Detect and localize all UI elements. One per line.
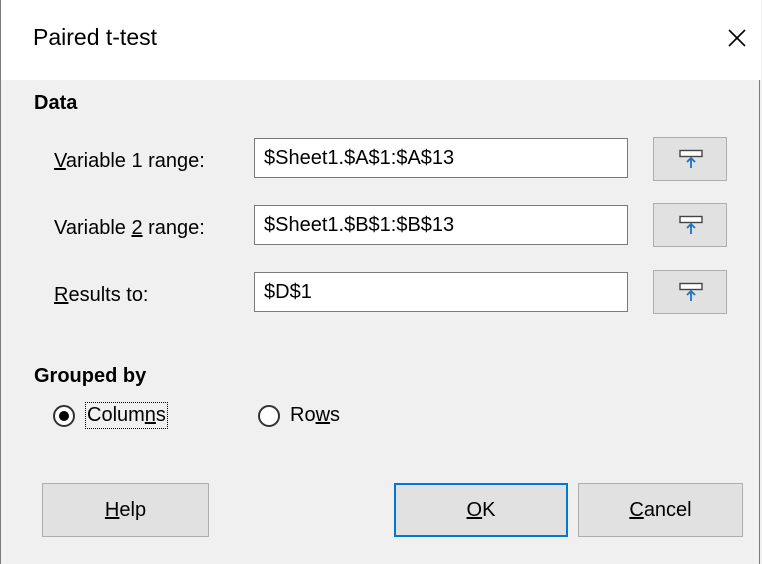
results-label-post: esults to: <box>68 284 149 306</box>
ok-button[interactable]: OK <box>394 483 568 537</box>
variable2-shrink-button[interactable] <box>653 203 727 247</box>
radio-rows-circle[interactable] <box>258 405 280 427</box>
results-to-label: Results to: <box>54 284 149 307</box>
variable2-label: Variable 2 range: <box>54 217 205 240</box>
ok-accel: O <box>466 498 483 521</box>
dialog-title: Paired t-test <box>33 24 157 50</box>
radio-selected-dot <box>59 411 69 421</box>
radio-rows-label: Rows <box>290 404 340 427</box>
help-button[interactable]: Help <box>42 483 209 537</box>
close-button[interactable] <box>723 24 751 52</box>
variable2-label-accel: 2 <box>131 217 143 239</box>
variable1-shrink-button[interactable] <box>653 137 727 181</box>
rows-label-pre: Ro <box>290 404 316 426</box>
shrink-range-icon <box>679 215 703 234</box>
columns-label-accel: n <box>144 404 156 426</box>
results-label-accel: R <box>54 284 69 306</box>
ok-label-post: K <box>482 498 496 521</box>
paired-t-test-dialog: Paired t-test Data Variable 1 range: Var… <box>0 0 761 564</box>
close-icon <box>728 29 746 47</box>
results-shrink-button[interactable] <box>653 270 727 314</box>
variable1-label: Variable 1 range: <box>54 150 205 173</box>
cancel-accel: C <box>629 498 644 521</box>
shrink-range-icon <box>679 282 703 301</box>
radio-columns-circle[interactable] <box>53 405 75 427</box>
title-bar: Paired t-test <box>1 0 761 80</box>
variable1-label-post: ariable 1 range: <box>65 150 205 172</box>
variable2-label-post: range: <box>142 217 205 239</box>
radio-rows[interactable]: Rows <box>258 402 358 432</box>
radio-columns-label: Columns <box>85 402 168 429</box>
help-accel: H <box>104 498 120 521</box>
variable1-label-accel: V <box>54 150 66 172</box>
cancel-label-post: ancel <box>643 498 692 521</box>
results-to-input[interactable] <box>254 272 628 312</box>
rows-label-accel: w <box>315 404 331 426</box>
columns-label-pre: Colum <box>87 404 145 426</box>
variable2-label-pre: Variable <box>54 217 132 239</box>
columns-label-post: s <box>155 404 166 426</box>
radio-columns[interactable]: Columns <box>53 402 193 432</box>
variable1-range-input[interactable] <box>254 138 628 178</box>
shrink-range-icon <box>679 149 703 168</box>
cancel-button[interactable]: Cancel <box>578 483 743 537</box>
data-section-title: Data <box>34 92 78 114</box>
variable2-range-input[interactable] <box>254 205 628 245</box>
help-label-post: elp <box>119 498 147 521</box>
grouped-by-title: Grouped by <box>34 365 147 387</box>
rows-label-post: s <box>330 404 341 426</box>
